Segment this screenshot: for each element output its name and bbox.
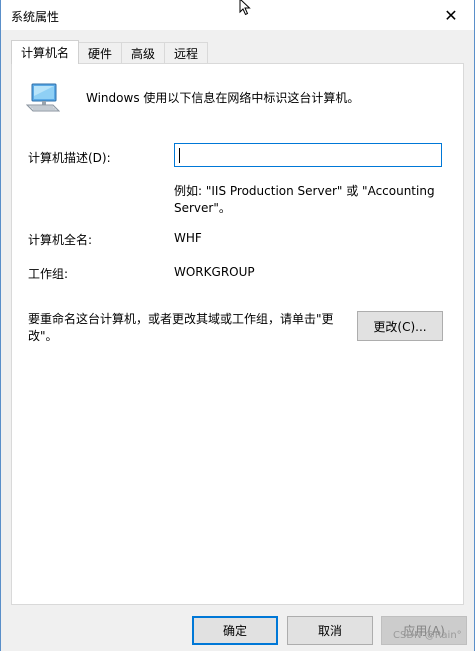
close-button[interactable]: ✕	[428, 0, 474, 30]
full-name-value: WHF	[174, 231, 202, 245]
computer-description-input[interactable]	[174, 143, 442, 167]
window-title: 系统属性	[11, 10, 60, 24]
tab-computer-name[interactable]: 计算机名	[11, 40, 80, 64]
computer-icon	[26, 83, 60, 112]
tab-advanced[interactable]: 高级	[121, 42, 166, 63]
cancel-button[interactable]: 取消	[287, 616, 373, 645]
workgroup-value: WORKGROUP	[174, 265, 255, 279]
computer-name-panel: Windows 使用以下信息在网络中标识这台计算机。 计算机描述(D): 例如:…	[11, 63, 464, 605]
intro-text: Windows 使用以下信息在网络中标识这台计算机。	[86, 91, 360, 105]
tab-hardware[interactable]: 硬件	[78, 42, 123, 63]
watermark: CSDN @Rain°	[393, 630, 462, 641]
tab-remote[interactable]: 远程	[164, 42, 209, 63]
description-label: 计算机描述(D):	[28, 151, 111, 165]
change-button[interactable]: 更改(C)...	[357, 311, 443, 341]
close-icon: ✕	[444, 5, 458, 25]
system-properties-window: 系统属性 ✕ 计算机名 硬件 高级 远程 Windows 使用以下信息在网络中标…	[0, 0, 475, 651]
workgroup-label: 工作组:	[28, 267, 69, 281]
ok-button[interactable]: 确定	[192, 616, 278, 645]
mouse-cursor-icon	[239, 0, 251, 16]
description-example: 例如: "IIS Production Server" 或 "Accountin…	[174, 184, 435, 215]
tab-strip: 计算机名 硬件 高级 远程	[11, 40, 209, 64]
full-name-label: 计算机全名:	[28, 233, 93, 247]
rename-instructions: 要重命名这台计算机，或者更改其域或工作组，请单击"更改"。	[28, 312, 334, 343]
